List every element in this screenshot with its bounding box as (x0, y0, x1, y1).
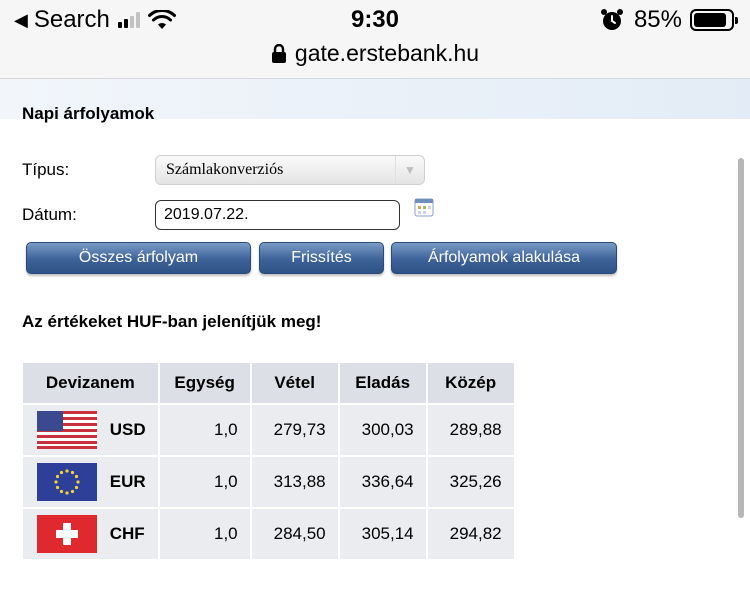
currency-code: EUR (109, 472, 146, 491)
page-title: Napi árfolyamok (22, 104, 155, 123)
type-select[interactable]: Számlakonverziós ▼ (155, 155, 425, 185)
currency-code: USD (109, 420, 146, 439)
currency-cell: EUR (23, 457, 158, 507)
unit-cell: 1,0 (159, 405, 250, 455)
address-bar[interactable]: gate.erstebank.hu (0, 40, 750, 67)
refresh-button[interactable]: Frissítés (259, 242, 384, 274)
mid-cell: 325,26 (427, 457, 514, 507)
ch-flag-icon (37, 515, 97, 553)
all-rates-button[interactable]: Összes árfolyam (26, 242, 251, 274)
url-text: gate.erstebank.hu (294, 40, 480, 66)
mid-cell: 294,82 (427, 509, 514, 559)
eu-flag-icon (37, 463, 97, 501)
buy-cell: 284,50 (251, 509, 338, 559)
col-sell: Eladás (339, 363, 426, 403)
exchange-rate-table: Devizanem Egység Vétel Eladás Közép USD … (21, 361, 516, 561)
us-flag-icon (37, 411, 97, 449)
col-currency: Devizanem (23, 363, 158, 403)
type-label: Típus: (22, 160, 70, 179)
table-row: USD 1,0 279,73 300,03 289,88 (23, 405, 514, 455)
chevron-down-icon: ▼ (395, 156, 424, 184)
currency-note: Az értékeket HUF-ban jelenítjük meg! (22, 312, 322, 331)
mid-cell: 289,88 (427, 405, 514, 455)
unit-cell: 1,0 (159, 509, 250, 559)
table-header-row: Devizanem Egység Vétel Eladás Közép (23, 363, 514, 403)
date-field[interactable] (155, 200, 400, 230)
alarm-clock-icon (600, 9, 623, 30)
buy-cell: 313,88 (251, 457, 338, 507)
rate-trend-button[interactable]: Árfolyamok alakulása (391, 242, 617, 274)
currency-cell: USD (23, 405, 158, 455)
sell-cell: 305,14 (339, 509, 426, 559)
status-right: 85% (600, 6, 738, 34)
lock-icon (271, 43, 286, 63)
buy-cell: 279,73 (251, 405, 338, 455)
col-buy: Vétel (251, 363, 338, 403)
sell-cell: 336,64 (339, 457, 426, 507)
col-unit: Egység (159, 363, 250, 403)
currency-code: CHF (109, 524, 145, 543)
type-select-value: Számlakonverziós (166, 161, 284, 178)
sell-cell: 300,03 (339, 405, 426, 455)
battery-icon (690, 9, 738, 31)
col-mid: Közép (427, 363, 514, 403)
table-row: CHF 1,0 284,50 305,14 294,82 (23, 509, 514, 559)
unit-cell: 1,0 (159, 457, 250, 507)
status-bar: ◀ Search 9:30 85% gate.erstebank.hu (0, 0, 750, 79)
battery-percent: 85% (633, 6, 682, 33)
table-row: EUR 1,0 313,88 336,64 325,26 (23, 457, 514, 507)
currency-cell: CHF (23, 509, 158, 559)
date-label: Dátum: (22, 205, 77, 224)
scrollbar[interactable] (738, 158, 744, 518)
calendar-icon[interactable] (414, 197, 434, 217)
